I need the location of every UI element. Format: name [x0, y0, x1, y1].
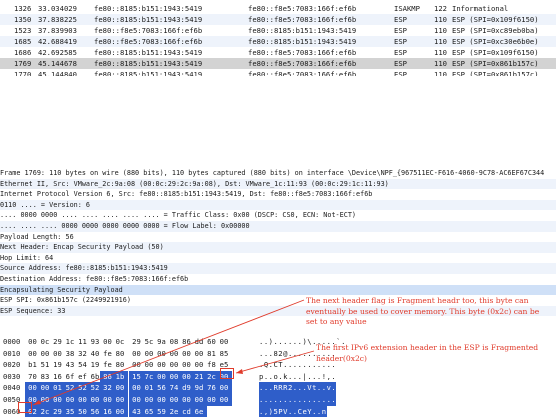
packet-src-cell: fe80::8185:b151:1943:5419	[94, 48, 203, 57]
packet-proto-cell: ESP	[394, 15, 407, 24]
packet-dst-cell: fe80::f8e5:7083:166f:ef6b	[248, 48, 357, 57]
packet-row[interactable]: 1686 42.692585 fe80::8185:b151:1943:5419 fe…	[0, 47, 556, 58]
packet-len-cell: 110	[434, 15, 447, 24]
hex-row: 0060 02 2c 29 35 50 56 16 00 43 65 59 2e cd 6e .,)5PV..…	[0, 405, 556, 418]
packet-time-cell: 42.692585	[38, 48, 77, 57]
packet-src-cell: fe80::8185:b151:1943:5419	[94, 4, 203, 13]
detail-tree-item[interactable]: .... .... .... 0000 0000 0000 0000 0000 …	[0, 221, 556, 232]
annotation-first-extension-header-note: The first IPv6 extension header in the E…	[316, 343, 539, 363]
hex-byte[interactable]: 00	[216, 394, 232, 406]
packet-src-cell: fe80::f8e5:7083:166f:ef6b	[94, 26, 203, 35]
packet-time-cell: 33.034029	[38, 4, 77, 13]
hex-row: 0050 00 00 00 00 00 00 00 00 00 00 00 00 00 00 00 00....…	[0, 394, 556, 406]
detail-tree-item[interactable]: Encapsulating Security Payload	[0, 284, 556, 296]
hex-byte[interactable]: 0c	[113, 336, 128, 348]
packet-dst-cell: fe80::f8e5:7083:166f:ef6b	[248, 15, 357, 24]
packet-len-cell: 110	[434, 70, 447, 76]
packet-info-cell: ESP (SPI=0xc30e6b0e)	[452, 37, 539, 46]
packet-row[interactable]: 1769 45.144678 fe80::8185:b151:1943:5419 fe…	[0, 58, 556, 69]
packet-row[interactable]: 1326 33.034029 fe80::8185:b151:1943:5419 fe…	[0, 3, 556, 14]
packet-time-cell: 37.838225	[38, 15, 77, 24]
empty-pane-area	[0, 76, 556, 166]
packet-len-cell: 110	[434, 48, 447, 57]
hex-byte[interactable]: 00	[112, 382, 128, 394]
packet-time-cell: 45.144678	[38, 59, 77, 68]
highlight-box-2c-second	[18, 402, 32, 413]
packet-list: 1326 33.034029 fe80::8185:b151:1943:5419 fe…	[0, 0, 556, 76]
packet-row[interactable]: 1523 37.839903 fe80::f8e5:7083:166f:ef6b fe…	[0, 25, 556, 36]
hex-ascii[interactable]: ...RRR2...Vt..v.	[259, 382, 337, 394]
packet-proto-cell: ESP	[394, 26, 407, 35]
hex-offset: 0040	[3, 383, 21, 393]
hex-byte[interactable]: 1b	[112, 370, 128, 383]
hex-byte[interactable]: 00	[112, 394, 128, 406]
detail-tree-item[interactable]: Internet Protocol Version 6, Src: fe80::…	[0, 189, 556, 200]
hex-byte[interactable]: 80	[113, 348, 128, 360]
detail-tree-item[interactable]: Destination Address: fe80::f8e5:7083:166…	[0, 274, 556, 285]
hex-offset: 0010	[3, 348, 21, 358]
packet-dst-cell: fe80::f8e5:7083:166f:ef6b	[248, 70, 357, 76]
packet-row[interactable]: 1685 42.688419 fe80::f8e5:7083:166f:ef6b fe…	[0, 36, 556, 47]
packet-len-cell: 110	[434, 59, 447, 68]
detail-tree-item[interactable]: .... 0000 0000 .... .... .... .... .... …	[0, 210, 556, 221]
detail-tree-item[interactable]: Payload Length: 56	[0, 232, 556, 243]
packet-dst-cell: fe80::f8e5:7083:166f:ef6b	[248, 4, 357, 13]
packet-row[interactable]: 1770 45.144840 fe80::8185:b151:1943:5419 fe…	[0, 69, 556, 76]
packet-info-cell: Informational	[452, 4, 509, 13]
packet-proto-cell: ESP	[394, 70, 407, 76]
packet-info-cell: ESP (SPI=0x109f6150)	[452, 48, 539, 57]
packet-proto-cell: ESP	[394, 48, 407, 57]
hex-offset: 0020	[3, 360, 21, 370]
packet-row[interactable]: 1350 37.838225 fe80::8185:b151:1943:5419 fe…	[0, 14, 556, 25]
detail-tree-item[interactable]: Next Header: Encap Security Payload (50)	[0, 242, 556, 253]
packet-dst-cell: fe80::8185:b151:1943:5419	[248, 26, 357, 35]
packet-time-cell: 42.688419	[38, 37, 77, 46]
hex-byte[interactable]: 00	[112, 405, 128, 418]
detail-tree-item[interactable]: 0110 .... = Version: 6	[0, 199, 556, 211]
packet-src-cell: fe80::f8e5:7083:166f:ef6b	[94, 37, 203, 46]
packet-info-cell: ESP (SPI=0x109f6150)	[452, 15, 539, 24]
hex-offset: 0030	[3, 371, 21, 381]
hex-row: 0030 70 83 16 6f ef 6b 86 1b 15 7c 00 00 00 21 2c 00 p..o…	[0, 370, 556, 383]
packet-src-cell: fe80::8185:b151:1943:5419	[94, 15, 203, 24]
hex-row: 0040 00 00 01 52 52 52 32 00 00 01 56 74 d9 9d 76 00 ...R…	[0, 382, 556, 394]
detail-tree-item[interactable]: Ethernet II, Src: VMware_2c:9a:08 (00:0c…	[0, 178, 556, 190]
packet-proto-cell: ESP	[394, 59, 407, 68]
packet-info-cell: ESP (SPI=0x861b157c)	[452, 59, 539, 68]
hex-ascii[interactable]: .,)5PV..CeY..n	[259, 405, 327, 418]
hex-byte[interactable]: 85	[217, 348, 232, 360]
packet-dst-cell: fe80::8185:b151:1943:5419	[248, 37, 357, 46]
detail-tree-item[interactable]: Source Address: fe80::8185:b151:1943:541…	[0, 263, 556, 274]
packet-info-cell: ESP (SPI=0x861b157c)	[452, 70, 539, 76]
highlight-box-2c-first	[220, 368, 234, 379]
detail-tree-item[interactable]: Frame 1769: 110 bytes on wire (880 bits)…	[0, 168, 556, 179]
packet-time-cell: 37.839903	[38, 26, 77, 35]
packet-len-cell: 110	[434, 26, 447, 35]
packet-dst-cell: fe80::f8e5:7083:166f:ef6b	[248, 59, 357, 68]
packet-time-cell: 45.144840	[38, 70, 77, 76]
detail-tree-item[interactable]: Hop Limit: 64	[0, 253, 556, 264]
annotation-next-header-note: The next header flag is Fragment headr t…	[306, 296, 540, 326]
packet-len-cell: 122	[434, 4, 447, 13]
hex-byte[interactable]: 80	[113, 359, 128, 371]
hex-ascii[interactable]: p..o.k...|...!,.	[259, 371, 336, 383]
packet-src-cell: fe80::8185:b151:1943:5419	[94, 70, 203, 76]
packet-proto-cell: ISAKMP	[394, 4, 420, 13]
packet-info-cell: ESP (SPI=0xc89eb0ba)	[452, 26, 539, 35]
hex-ascii[interactable]: ................	[259, 394, 337, 406]
packet-proto-cell: ESP	[394, 37, 407, 46]
hex-byte[interactable]: 00	[216, 382, 232, 394]
packet-len-cell: 110	[434, 37, 447, 46]
hex-byte[interactable]: 6e	[191, 405, 207, 418]
hex-byte[interactable]: 00	[217, 336, 232, 348]
packet-src-cell: fe80::8185:b151:1943:5419	[94, 59, 203, 68]
hex-offset: 0000	[3, 337, 21, 346]
